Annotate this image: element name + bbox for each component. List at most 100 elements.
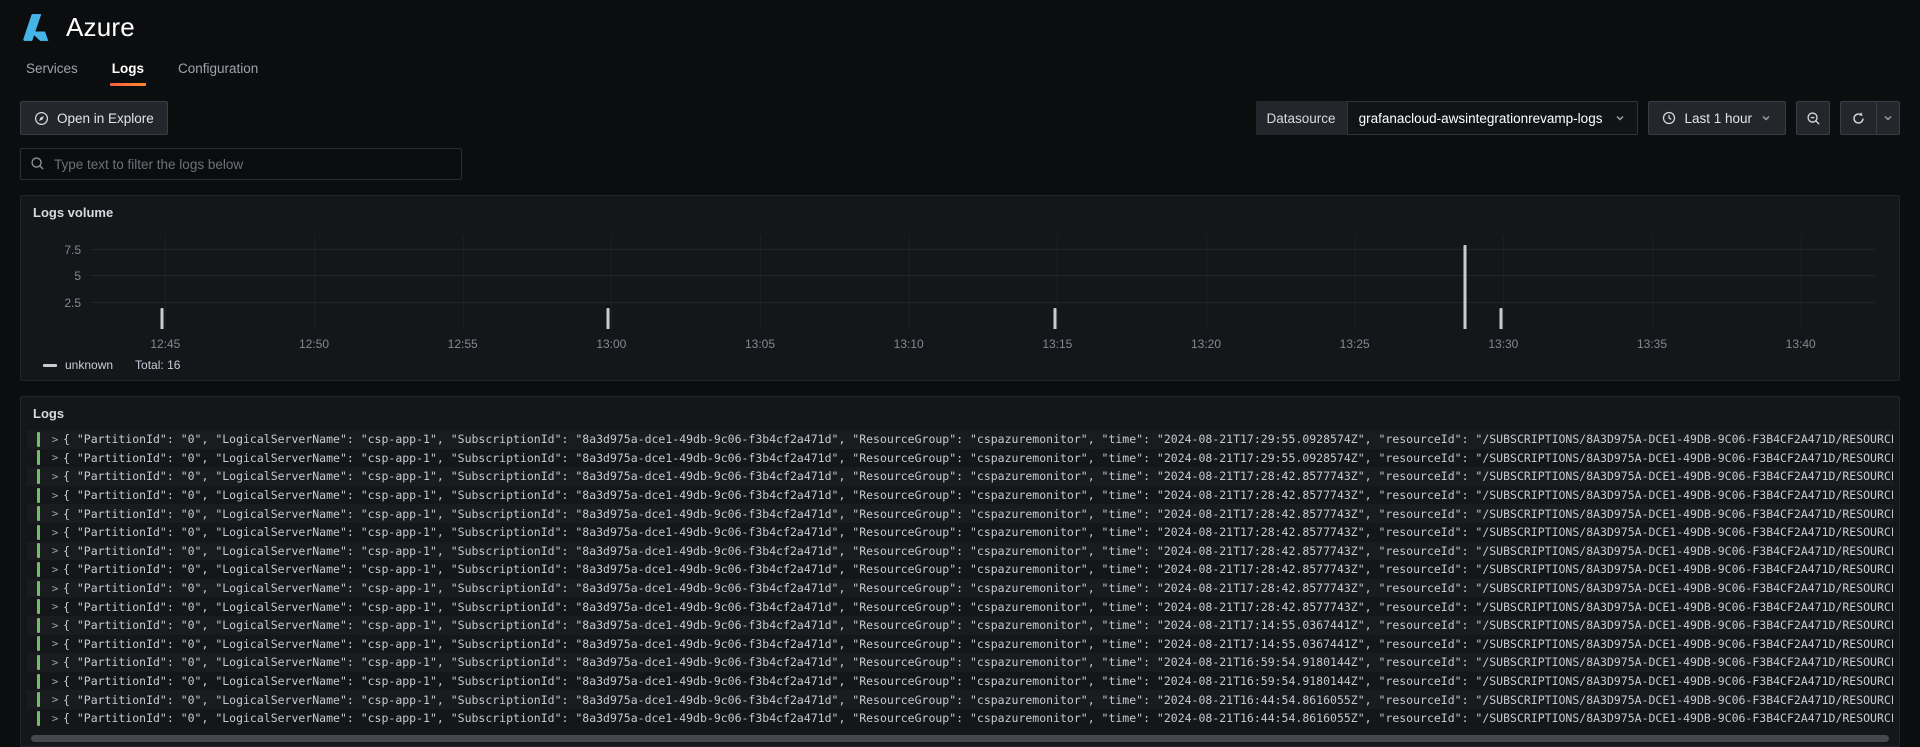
- refresh-interval-dropdown[interactable]: [1877, 101, 1900, 135]
- datasource-select[interactable]: grafanacloud-awsintegrationrevamp-logs: [1347, 101, 1639, 135]
- x-axis-tick-label: 13:20: [1191, 337, 1221, 351]
- log-row[interactable]: >{ "PartitionId": "0", "LogicalServerNam…: [27, 579, 1893, 598]
- y-axis-tick-label: 7.5: [64, 243, 81, 257]
- x-axis-tick-label: 13:05: [745, 337, 775, 351]
- log-level-indicator: [37, 636, 40, 651]
- log-line-text: { "PartitionId": "0", "LogicalServerName…: [63, 469, 1893, 483]
- horizontal-gridline: [91, 302, 1875, 303]
- chevron-down-icon: [1882, 112, 1894, 124]
- x-axis-tick-label: 13:00: [596, 337, 626, 351]
- log-line-text: { "PartitionId": "0", "LogicalServerName…: [63, 618, 1893, 632]
- zoom-out-magnifier-icon: [1806, 111, 1821, 126]
- log-row[interactable]: >{ "PartitionId": "0", "LogicalServerNam…: [27, 542, 1893, 561]
- log-row[interactable]: >{ "PartitionId": "0", "LogicalServerNam…: [27, 690, 1893, 709]
- expand-log-chevron[interactable]: >: [47, 656, 63, 669]
- page: Azure Services Logs Configuration Open i…: [0, 0, 1920, 747]
- log-row[interactable]: >{ "PartitionId": "0", "LogicalServerNam…: [27, 560, 1893, 579]
- log-row[interactable]: >{ "PartitionId": "0", "LogicalServerNam…: [27, 486, 1893, 505]
- expand-log-chevron[interactable]: >: [47, 470, 63, 483]
- volume-bar[interactable]: [1053, 308, 1056, 329]
- datasource-label: Datasource: [1256, 101, 1347, 135]
- toolbar-right: Datasource grafanacloud-awsintegrationre…: [1256, 101, 1900, 135]
- tab-logs[interactable]: Logs: [110, 53, 146, 86]
- expand-log-chevron[interactable]: >: [47, 582, 63, 595]
- vertical-gridline: [1057, 235, 1058, 329]
- x-axis-tick-label: 12:55: [448, 337, 478, 351]
- log-line-text: { "PartitionId": "0", "LogicalServerName…: [63, 581, 1893, 595]
- x-axis-tick-label: 13:30: [1488, 337, 1518, 351]
- expand-log-chevron[interactable]: >: [47, 637, 63, 650]
- horizontal-gridline: [91, 275, 1875, 276]
- log-row[interactable]: >{ "PartitionId": "0", "LogicalServerNam…: [27, 653, 1893, 672]
- app-header: Azure: [0, 0, 1920, 45]
- azure-logo-icon: [22, 12, 53, 43]
- expand-log-chevron[interactable]: >: [47, 600, 63, 613]
- legend-series-label[interactable]: unknown: [65, 358, 113, 372]
- expand-log-chevron[interactable]: >: [47, 433, 63, 446]
- expand-log-chevron[interactable]: >: [47, 619, 63, 632]
- refresh-button[interactable]: [1840, 101, 1877, 135]
- log-row[interactable]: >{ "PartitionId": "0", "LogicalServerNam…: [27, 635, 1893, 654]
- log-row[interactable]: >{ "PartitionId": "0", "LogicalServerNam…: [27, 672, 1893, 691]
- log-row[interactable]: >{ "PartitionId": "0", "LogicalServerNam…: [27, 616, 1893, 635]
- log-level-indicator: [37, 543, 40, 558]
- x-axis-tick-label: 13:35: [1637, 337, 1667, 351]
- expand-log-chevron[interactable]: >: [47, 489, 63, 502]
- open-in-explore-button[interactable]: Open in Explore: [20, 101, 168, 135]
- logs-volume-plot: 2.557.512:4512:5012:5513:0013:0513:1013:…: [91, 235, 1875, 329]
- log-line-text: { "PartitionId": "0", "LogicalServerName…: [63, 432, 1893, 446]
- log-row[interactable]: >{ "PartitionId": "0", "LogicalServerNam…: [27, 430, 1893, 449]
- volume-bar[interactable]: [1463, 245, 1466, 329]
- vertical-gridline: [314, 235, 315, 329]
- search-icon: [30, 156, 45, 171]
- expand-log-chevron[interactable]: >: [47, 507, 63, 520]
- vertical-gridline: [1206, 235, 1207, 329]
- log-level-indicator: [37, 711, 40, 726]
- tab-configuration[interactable]: Configuration: [176, 53, 260, 86]
- zoom-out-button[interactable]: [1796, 101, 1830, 135]
- vertical-gridline: [165, 235, 166, 329]
- legend-total-label: Total: 16: [135, 358, 180, 372]
- open-in-explore-label: Open in Explore: [57, 111, 154, 126]
- log-filter-input[interactable]: [20, 148, 462, 180]
- log-row[interactable]: >{ "PartitionId": "0", "LogicalServerNam…: [27, 504, 1893, 523]
- filter-row: [20, 148, 1900, 180]
- log-level-indicator: [37, 562, 40, 577]
- log-line-text: { "PartitionId": "0", "LogicalServerName…: [63, 711, 1893, 725]
- expand-log-chevron[interactable]: >: [47, 526, 63, 539]
- expand-log-chevron[interactable]: >: [47, 712, 63, 725]
- log-line-text: { "PartitionId": "0", "LogicalServerName…: [63, 525, 1893, 539]
- expand-log-chevron[interactable]: >: [47, 563, 63, 576]
- log-row[interactable]: >{ "PartitionId": "0", "LogicalServerNam…: [27, 449, 1893, 468]
- log-line-text: { "PartitionId": "0", "LogicalServerName…: [63, 544, 1893, 558]
- tab-services[interactable]: Services: [24, 53, 80, 86]
- refresh-icon: [1851, 111, 1866, 126]
- volume-bar[interactable]: [161, 308, 164, 329]
- expand-log-chevron[interactable]: >: [47, 693, 63, 706]
- log-row[interactable]: >{ "PartitionId": "0", "LogicalServerNam…: [27, 467, 1893, 486]
- log-level-indicator: [37, 450, 40, 465]
- x-axis-tick-label: 13:40: [1786, 337, 1816, 351]
- log-row[interactable]: >{ "PartitionId": "0", "LogicalServerNam…: [27, 597, 1893, 616]
- volume-bar[interactable]: [607, 308, 610, 329]
- expand-log-chevron[interactable]: >: [47, 675, 63, 688]
- vertical-gridline: [760, 235, 761, 329]
- log-line-text: { "PartitionId": "0", "LogicalServerName…: [63, 600, 1893, 614]
- log-level-indicator: [37, 692, 40, 707]
- vertical-gridline: [1355, 235, 1356, 329]
- horizontal-gridline: [91, 249, 1875, 250]
- log-level-indicator: [37, 599, 40, 614]
- expand-log-chevron[interactable]: >: [47, 544, 63, 557]
- logs-volume-chart: 2.557.512:4512:5012:5513:0013:0513:1013:…: [43, 235, 1879, 329]
- log-rows: >{ "PartitionId": "0", "LogicalServerNam…: [21, 430, 1899, 728]
- log-row[interactable]: >{ "PartitionId": "0", "LogicalServerNam…: [27, 523, 1893, 542]
- time-range-picker[interactable]: Last 1 hour: [1648, 101, 1786, 135]
- log-row[interactable]: >{ "PartitionId": "0", "LogicalServerNam…: [27, 709, 1893, 728]
- expand-log-chevron[interactable]: >: [47, 451, 63, 464]
- logs-horizontal-scrollbar[interactable]: [31, 735, 1889, 742]
- volume-bar[interactable]: [1499, 308, 1502, 329]
- log-line-text: { "PartitionId": "0", "LogicalServerName…: [63, 451, 1893, 465]
- vertical-gridline: [463, 235, 464, 329]
- logs-panel-title: Logs: [21, 406, 1899, 421]
- clock-icon: [1662, 111, 1676, 125]
